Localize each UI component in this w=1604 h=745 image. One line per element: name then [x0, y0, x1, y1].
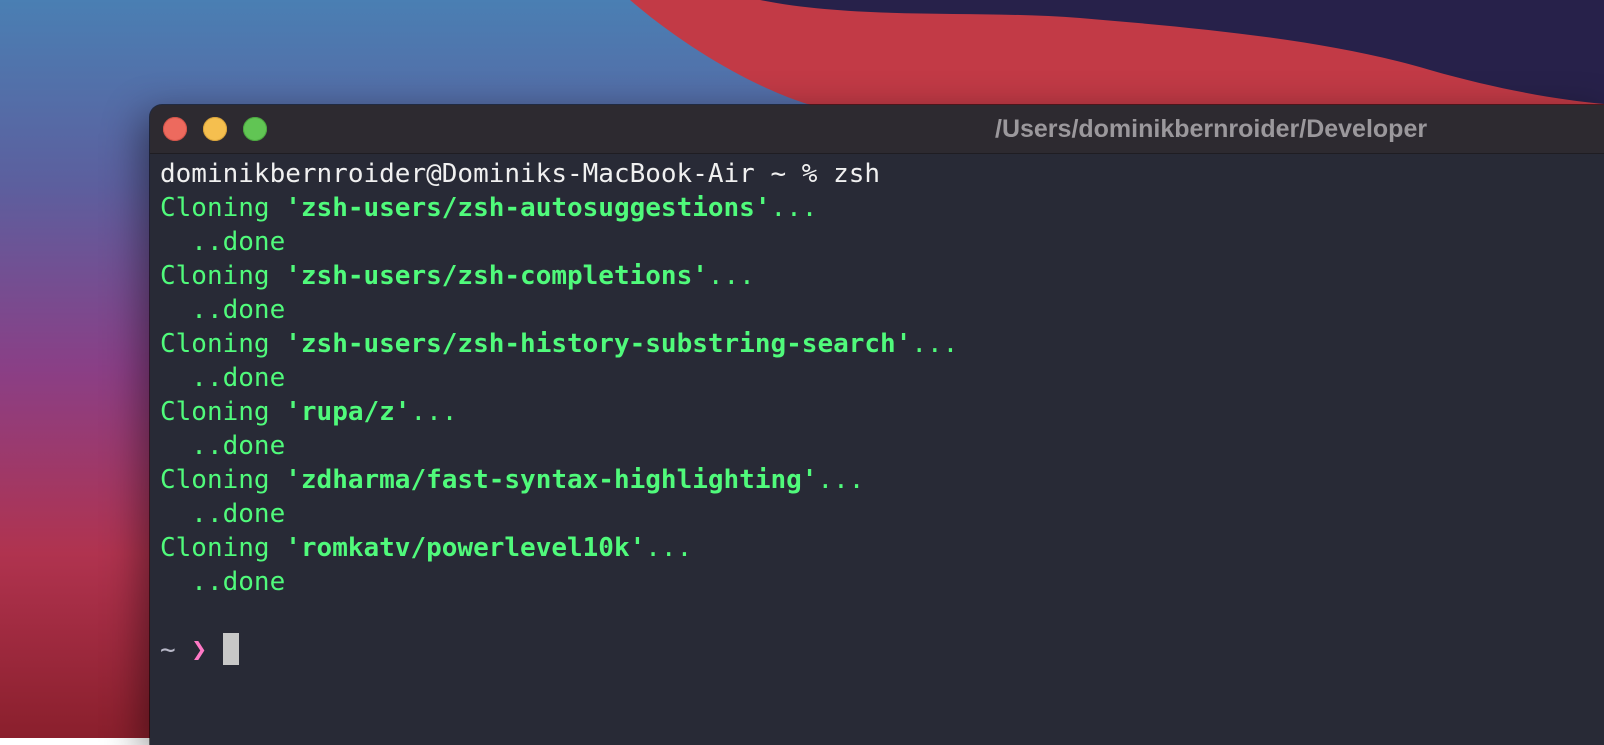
close-traffic-light-icon[interactable]: [163, 117, 187, 141]
repo-name: 'zdharma/fast-syntax-highlighting': [285, 465, 818, 495]
clone-line: Cloning 'zdharma/fast-syntax-highlightin…: [160, 465, 865, 495]
done-line: ..done: [160, 431, 286, 461]
shell-prompt[interactable]: ~ ❯: [160, 632, 1604, 667]
minimize-traffic-light-icon[interactable]: [203, 117, 227, 141]
clone-line: Cloning 'romkatv/powerlevel10k'...: [160, 533, 693, 563]
repo-name: 'romkatv/powerlevel10k': [285, 533, 646, 563]
text-cursor: [222, 632, 239, 665]
done-line: ..done: [160, 567, 286, 597]
repo-name: 'zsh-users/zsh-history-substring-search': [285, 329, 912, 359]
command-line: dominikbernroider@Dominiks-MacBook-Air ~…: [160, 159, 881, 189]
maximize-traffic-light-icon[interactable]: [243, 117, 267, 141]
repo-name: 'zsh-users/zsh-completions': [285, 261, 708, 291]
title-bar[interactable]: /Users/dominikbernroider/Developer: [150, 105, 1604, 154]
done-line: ..done: [160, 363, 286, 393]
done-line: ..done: [160, 499, 286, 529]
terminal-window: /Users/dominikbernroider/Developer domin…: [150, 105, 1604, 745]
done-line: ..done: [160, 295, 286, 325]
done-line: ..done: [160, 227, 286, 257]
terminal-output[interactable]: dominikbernroider@Dominiks-MacBook-Air ~…: [160, 157, 1604, 745]
clone-line: Cloning 'zsh-users/zsh-autosuggestions'.…: [160, 193, 818, 223]
clone-line: Cloning 'zsh-users/zsh-completions'...: [160, 261, 755, 291]
clone-line: Cloning 'zsh-users/zsh-history-substring…: [160, 329, 959, 359]
window-title: /Users/dominikbernroider/Developer: [995, 115, 1428, 143]
clone-line: Cloning 'rupa/z'...: [160, 397, 458, 427]
prompt-directory: ~: [160, 635, 176, 665]
repo-name: 'rupa/z': [285, 397, 411, 427]
repo-name: 'zsh-users/zsh-autosuggestions': [285, 193, 771, 223]
prompt-arrow-icon: ❯: [191, 635, 207, 665]
